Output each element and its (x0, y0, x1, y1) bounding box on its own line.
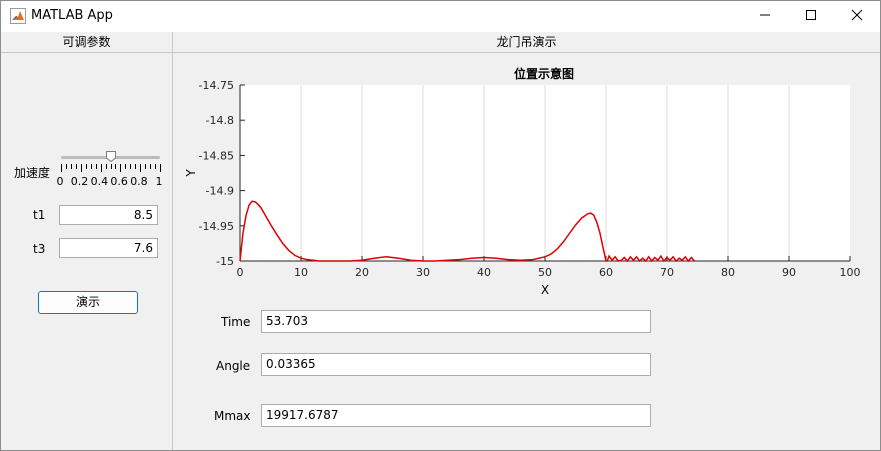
y-tick-label: -14.85 (199, 149, 234, 162)
slider-tick (160, 164, 161, 172)
slider-tick (105, 164, 107, 169)
slider-tick (70, 164, 72, 169)
slider-tick (150, 164, 152, 169)
slider-tick (155, 164, 157, 169)
time-field[interactable]: 53.703 (261, 310, 651, 333)
minimize-icon (759, 9, 771, 24)
chart-gridlines (240, 85, 850, 261)
window-title: MATLAB App (31, 8, 113, 23)
slider-tick (130, 164, 132, 169)
maximize-button[interactable] (788, 1, 834, 32)
slider-tick (135, 164, 137, 169)
t3-input[interactable]: 7.6 (59, 238, 158, 258)
close-icon (851, 9, 863, 24)
x-tick-label: 80 (721, 266, 735, 279)
x-axis-label: X (541, 283, 549, 297)
slider-tick (115, 164, 117, 169)
x-tick-label: 30 (416, 266, 430, 279)
slider-tick (100, 164, 102, 172)
y-tick-label: -15 (216, 255, 234, 268)
slider-tick (145, 164, 147, 169)
maximize-icon (805, 9, 817, 24)
position-chart: 位置示意图 0 10 20 30 40 50 60 70 80 90 100 -14.75 -14.8 -… (184, 66, 861, 297)
slider-tick (90, 164, 92, 169)
angle-field[interactable]: 0.03365 (261, 353, 651, 376)
slider-tick-label: 0 (56, 175, 64, 188)
title-bar: MATLAB App (1, 1, 880, 32)
time-label: Time (221, 315, 251, 329)
acceleration-label: 加速度 (14, 166, 51, 180)
mmax-label: Mmax (214, 409, 251, 423)
slider-tick (75, 164, 77, 169)
y-tick-label: -14.8 (206, 114, 234, 127)
minimize-button[interactable] (742, 1, 788, 32)
close-button[interactable] (834, 1, 880, 32)
x-tick-label: 60 (599, 266, 613, 279)
x-tick-label: 100 (840, 266, 861, 279)
x-tick-label: 20 (355, 266, 369, 279)
y-tick-label: -14.75 (199, 79, 234, 92)
t1-label: t1 (33, 208, 46, 222)
t1-input[interactable]: 8.5 (59, 205, 158, 225)
gantry-demo-panel-title: 龙门吊演示 (173, 32, 880, 53)
x-tick-label: 90 (782, 266, 796, 279)
slider-tick (110, 164, 112, 169)
mmax-field[interactable]: 19917.6787 (261, 404, 651, 427)
y-axis-label: Y (184, 169, 198, 178)
parameters-panel-title: 可调参数 (1, 32, 172, 53)
y-tick-label: -14.9 (206, 185, 234, 198)
slider-tick (85, 164, 87, 169)
x-tick-label: 0 (237, 266, 244, 279)
slider-tick-label: 0.4 (90, 175, 109, 188)
matlab-logo-icon (10, 8, 26, 24)
app-window: MATLAB App 可调参数 加速度 t1 8.5 t3 7.6 演示 龙门吊 (0, 0, 881, 451)
slider-tick-label: 0.8 (130, 175, 148, 188)
slider-tick (125, 164, 127, 169)
slider-tick (95, 164, 97, 169)
slider-tick (140, 164, 142, 172)
t3-label: t3 (33, 242, 46, 256)
x-tick-label: 10 (294, 266, 308, 279)
slider-tick-label: 0.6 (110, 175, 128, 188)
angle-label: Angle (216, 359, 251, 373)
chart-title: 位置示意图 (514, 66, 574, 81)
slider-tick-label: 1 (155, 175, 163, 188)
demo-button[interactable]: 演示 (38, 291, 138, 314)
slider-tick (80, 164, 82, 172)
slider-tick (65, 164, 67, 169)
x-tick-label: 70 (660, 266, 674, 279)
x-tick-label: 40 (477, 266, 491, 279)
slider-tick (61, 164, 62, 172)
x-tick-label: 50 (538, 266, 552, 279)
slider-tick (120, 164, 122, 172)
y-tick-label: -14.95 (199, 220, 234, 233)
slider-tick-label: 0.2 (70, 175, 89, 188)
acceleration-slider-thumb[interactable] (105, 151, 116, 163)
